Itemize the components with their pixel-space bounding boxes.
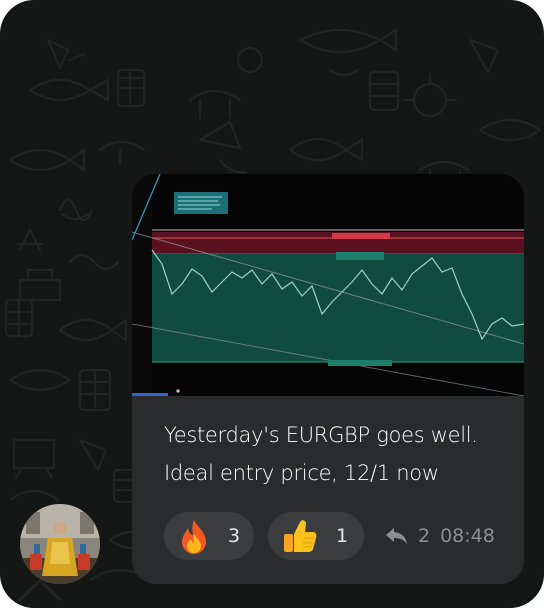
message-bubble: Yesterday's EURGBP goes well. Ideal entr… xyxy=(132,174,524,584)
avatar-image xyxy=(20,504,100,584)
thumbs-up-icon xyxy=(284,520,317,552)
sender-avatar[interactable] xyxy=(20,504,100,584)
reply-icon[interactable] xyxy=(384,526,408,546)
chat-window: Yesterday's EURGBP goes well. Ideal entr… xyxy=(0,0,544,608)
reaction-thumbs-up[interactable]: 1 xyxy=(268,512,364,560)
caption-line: Yesterday's EURGBP goes well. xyxy=(164,423,478,447)
fire-icon xyxy=(182,520,206,554)
reaction-count: 3 xyxy=(228,525,241,547)
message-meta: 2 08:48 xyxy=(384,522,495,550)
reply-count: 2 xyxy=(418,525,431,547)
reaction-count: 1 xyxy=(336,525,349,547)
reaction-fire[interactable]: 3 xyxy=(164,512,254,560)
message-time: 08:48 xyxy=(440,525,495,547)
message-caption: Yesterday's EURGBP goes well. Ideal entr… xyxy=(164,416,504,492)
chart-image-attachment[interactable] xyxy=(132,174,524,396)
caption-line: Ideal entry price, 12/1 now xyxy=(164,461,439,485)
